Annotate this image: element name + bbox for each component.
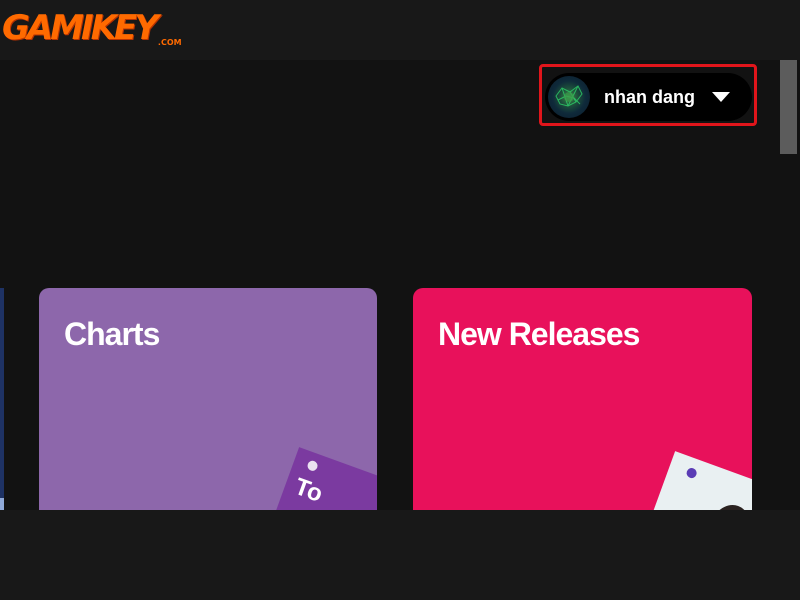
charts-art-text: To	[291, 473, 327, 508]
new-releases-cover-art	[634, 451, 752, 510]
top-bar: GAMIKEY .COM	[0, 0, 800, 60]
partial-card-left[interactable]	[0, 288, 4, 510]
charts-card-title: Charts	[64, 316, 160, 352]
logo-text: GAMIKEY	[2, 8, 159, 48]
charts-card[interactable]: Charts To	[39, 288, 377, 510]
new-releases-card[interactable]: New Releases	[413, 288, 752, 510]
gamikey-logo: GAMIKEY .COM	[2, 8, 182, 52]
logo-suffix: .COM	[157, 38, 182, 47]
scrollbar[interactable]	[780, 60, 798, 510]
bottom-area	[0, 510, 800, 600]
chevron-down-icon	[712, 92, 730, 102]
user-menu-button[interactable]: nhan dang	[545, 73, 752, 121]
new-releases-card-title: New Releases	[438, 316, 640, 352]
artist-photo	[702, 499, 752, 510]
user-name: nhan dang	[604, 86, 695, 107]
spotify-icon	[685, 466, 699, 480]
charts-cover-art: To	[258, 447, 377, 510]
spotify-icon	[306, 459, 319, 473]
scrollbar-thumb[interactable]	[780, 60, 797, 154]
avatar[interactable]	[548, 76, 590, 118]
